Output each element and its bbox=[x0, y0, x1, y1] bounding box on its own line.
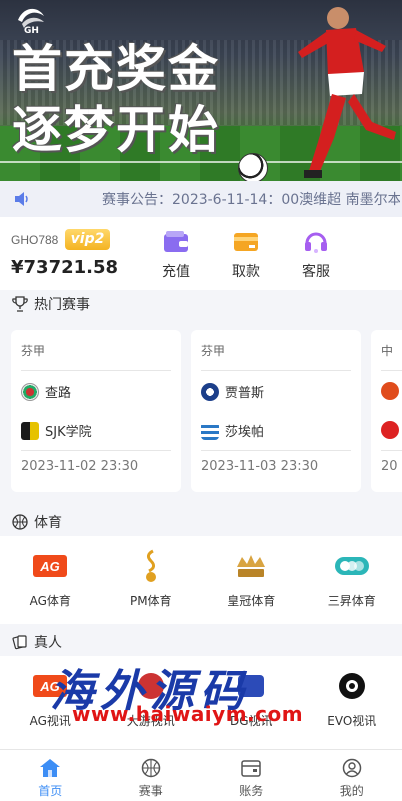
soccer-player-image bbox=[298, 7, 396, 178]
hot-matches-title: 热门赛事 bbox=[34, 297, 90, 313]
deposit-label: 充值 bbox=[162, 264, 190, 280]
evo-logo-icon bbox=[332, 666, 372, 706]
nav-finance-label: 账务 bbox=[239, 784, 264, 798]
match-card[interactable]: 芬甲 贾普斯 莎埃帕 2023-11-03 23:30 bbox=[191, 330, 361, 492]
divider bbox=[201, 450, 351, 451]
soccer-ball-image bbox=[238, 153, 268, 181]
away-team-name: 莎埃帕 bbox=[225, 425, 265, 440]
deposit-button[interactable]: 充值 bbox=[151, 229, 201, 281]
sports-item-label: AG体育 bbox=[29, 594, 71, 608]
match-card[interactable]: 中 20 bbox=[371, 330, 402, 492]
nav-home-label: 首页 bbox=[38, 784, 63, 798]
nav-finance[interactable]: 账务 bbox=[201, 750, 302, 801]
away-team: SJK学院 bbox=[21, 421, 92, 440]
basketball-icon bbox=[10, 512, 30, 532]
sports-title: 体育 bbox=[34, 515, 62, 531]
match-league: 芬甲 bbox=[201, 344, 226, 358]
crown-logo-icon bbox=[231, 546, 271, 586]
vip-badge: vip2 bbox=[65, 229, 110, 250]
match-league: 芬甲 bbox=[21, 344, 46, 358]
divider bbox=[201, 370, 351, 371]
divider bbox=[381, 370, 402, 371]
live-title: 真人 bbox=[34, 635, 62, 651]
nav-matches-label: 赛事 bbox=[138, 784, 163, 798]
speaker-icon bbox=[8, 181, 36, 217]
match-league: 中 bbox=[381, 344, 394, 358]
balance: ¥73721.58 bbox=[11, 257, 119, 278]
withdraw-button[interactable]: 取款 bbox=[221, 229, 271, 281]
ball-icon bbox=[139, 756, 163, 780]
nav-matches[interactable]: 赛事 bbox=[101, 750, 202, 801]
wallet-icon bbox=[162, 229, 190, 255]
customer-service-button[interactable]: 客服 bbox=[291, 229, 341, 281]
live-header: 真人 bbox=[0, 628, 402, 656]
match-date: 2023-11-03 23:30 bbox=[201, 459, 319, 474]
nav-profile[interactable]: 我的 bbox=[302, 750, 402, 801]
team-logo-icon bbox=[201, 382, 219, 401]
divider bbox=[21, 450, 171, 451]
trophy-icon bbox=[10, 294, 30, 314]
cards-icon bbox=[10, 632, 30, 652]
team-logo-icon bbox=[381, 382, 399, 400]
sports-item-ag[interactable]: AG AG体育 bbox=[0, 536, 101, 624]
divider bbox=[21, 370, 171, 371]
bottom-nav: 首页 赛事 账务 我的 bbox=[0, 749, 402, 801]
notice-bar[interactable]: 赛事公告：2023-6-11-14：00澳维超 南墨尔本 bbox=[0, 181, 402, 217]
watermark-url: www.haiwaiym.com bbox=[72, 702, 304, 726]
sports-item-pm[interactable]: PM体育 bbox=[101, 536, 202, 624]
divider bbox=[381, 450, 402, 451]
card-icon bbox=[232, 229, 260, 255]
wallet-icon bbox=[239, 756, 263, 780]
sports-item-label: 皇冠体育 bbox=[227, 594, 276, 608]
nav-home[interactable]: 首页 bbox=[0, 750, 101, 801]
home-icon bbox=[38, 756, 62, 780]
app-root: GH 首充奖金 逐梦开始 赛事公告：2023-6-11-14：00澳维超 南墨尔… bbox=[0, 0, 402, 801]
match-carousel[interactable]: 芬甲 查路 SJK学院 2023-11-02 23:30 芬甲 贾普斯 莎埃帕 bbox=[0, 318, 402, 502]
away-team-name: SJK学院 bbox=[45, 425, 92, 440]
match-card[interactable]: 芬甲 查路 SJK学院 2023-11-02 23:30 bbox=[11, 330, 181, 492]
username: GHO788 bbox=[11, 233, 59, 247]
home-team: 查路 bbox=[21, 382, 71, 401]
notice-text: 赛事公告：2023-6-11-14：00澳维超 南墨尔本 bbox=[102, 192, 400, 208]
ag-logo-icon: AG bbox=[30, 546, 70, 586]
pm-logo-icon bbox=[131, 546, 171, 586]
home-team-name: 查路 bbox=[45, 386, 72, 401]
away-team: 莎埃帕 bbox=[201, 421, 264, 440]
account-panel: GHO788 vip2 ¥73721.58 充值 取款 客服 bbox=[0, 217, 402, 290]
home-team-name: 贾普斯 bbox=[225, 386, 265, 401]
sports-item-label: 三昇体育 bbox=[327, 594, 376, 608]
user-icon bbox=[340, 756, 364, 780]
banner-headline-2: 逐梦开始 bbox=[12, 101, 220, 159]
sports-grid: AG AG体育 PM体育 皇冠体育 三昇体育 bbox=[0, 536, 402, 624]
team-logo-icon bbox=[21, 382, 39, 401]
withdraw-label: 取款 bbox=[232, 264, 260, 280]
sports-header: 体育 bbox=[0, 508, 402, 536]
home-team bbox=[381, 382, 402, 400]
team-logo-icon bbox=[21, 421, 39, 440]
sansheng-logo-icon bbox=[332, 546, 372, 586]
sports-item-crown[interactable]: 皇冠体育 bbox=[201, 536, 302, 624]
live-item-evo[interactable]: EVO视讯 bbox=[302, 656, 402, 749]
brand-logo-text: GH bbox=[24, 26, 39, 36]
away-team bbox=[381, 421, 402, 439]
headset-icon bbox=[302, 229, 330, 255]
live-item-label: EVO视讯 bbox=[327, 714, 377, 728]
customer-service-label: 客服 bbox=[302, 264, 330, 280]
match-date: 2023-11-02 23:30 bbox=[21, 459, 139, 474]
home-team: 贾普斯 bbox=[201, 382, 264, 401]
team-logo-icon bbox=[201, 421, 219, 440]
hot-matches-header: 热门赛事 bbox=[0, 290, 402, 318]
team-logo-icon bbox=[381, 421, 399, 439]
svg-text:AG: AG bbox=[40, 559, 61, 574]
match-date: 20 bbox=[381, 459, 398, 474]
promo-banner[interactable]: GH 首充奖金 逐梦开始 bbox=[0, 0, 402, 181]
sports-item-label: PM体育 bbox=[129, 594, 172, 608]
nav-profile-label: 我的 bbox=[339, 784, 364, 798]
sports-item-sansheng[interactable]: 三昇体育 bbox=[302, 536, 402, 624]
banner-headline-1: 首充奖金 bbox=[12, 40, 220, 98]
